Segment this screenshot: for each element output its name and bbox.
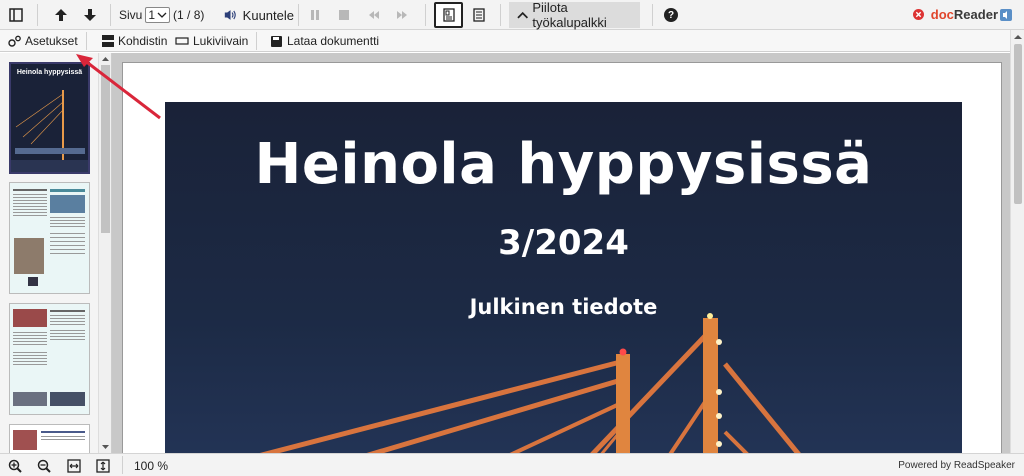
thumbnail-scroll-thumb[interactable] (101, 65, 110, 233)
zoom-out-button[interactable] (34, 454, 54, 476)
zoom-in-icon (8, 459, 22, 473)
logo-reader-text: Reader (953, 7, 998, 22)
page-preview (13, 189, 85, 286)
zoom-level: 100 % (134, 459, 169, 473)
fast-forward-button[interactable] (392, 0, 412, 30)
document-viewer: Heinola hyppysissä 3/2024 Julkinen tiedo… (112, 53, 1010, 453)
previous-page-button[interactable] (50, 0, 72, 30)
fast-forward-icon (397, 11, 407, 19)
zoom-in-button[interactable] (5, 454, 25, 476)
close-button[interactable] (912, 9, 924, 20)
fit-height-button[interactable] (93, 454, 113, 476)
arrow-down-icon (84, 9, 96, 21)
page-preview (13, 309, 85, 406)
rewind-icon (369, 11, 379, 19)
page-view-icon (442, 8, 455, 22)
scroll-up-icon (1014, 35, 1022, 39)
sidebar-toggle-icon (9, 8, 23, 22)
thumbnail-title: Heinola hyppysissä (16, 69, 83, 76)
fit-width-button[interactable] (64, 454, 84, 476)
main-toolbar: Sivu 1 (1 / 8) Kuuntele Piilota työkalup… (0, 0, 1024, 30)
rewind-button[interactable] (364, 0, 384, 30)
settings-icon (8, 35, 21, 47)
settings-button[interactable]: Asetukset (8, 30, 78, 52)
reading-ruler-icon (175, 37, 189, 45)
help-button[interactable]: ? (661, 0, 681, 30)
zoom-out-icon (37, 459, 51, 473)
logo-doc-text: doc (930, 7, 954, 22)
thumbnail-panel: Heinola hyppysissä (0, 53, 112, 453)
text-view-icon (473, 8, 485, 22)
speaker-icon (224, 10, 236, 20)
hide-toolbar-button[interactable]: Piilota työkalupalkki (509, 0, 640, 30)
listen-button[interactable]: Kuuntele (224, 0, 294, 30)
cover-title: Heinola hyppysissä (254, 132, 873, 197)
docreader-logo: doc Reader (912, 7, 1012, 22)
thumbnail-page-2[interactable] (9, 182, 90, 294)
readspeaker-icon (1000, 8, 1012, 21)
document-page: Heinola hyppysissä 3/2024 Julkinen tiedo… (122, 62, 1002, 453)
page-select[interactable]: 1 (145, 7, 171, 23)
chevron-down-icon (157, 12, 167, 18)
scroll-up-icon (102, 57, 109, 61)
pause-icon (311, 10, 319, 20)
fit-width-icon (67, 458, 81, 473)
reading-ruler-button[interactable]: Lukiviivain (175, 30, 248, 52)
download-document-button[interactable]: Lataa dokumentti (271, 30, 379, 52)
document-scrollbar[interactable] (1010, 30, 1024, 453)
arrow-up-icon (55, 9, 67, 21)
scroll-down-icon (102, 445, 109, 449)
bottom-toolbar: 100 % Powered by ReadSpeaker (0, 453, 1024, 476)
page-navigator: Sivu 1 (1 / 8) (119, 0, 219, 30)
bridge-image (11, 90, 88, 172)
document-scroll-thumb[interactable] (1014, 44, 1022, 204)
focus-button[interactable]: Kohdistin (102, 30, 167, 52)
stop-button[interactable] (334, 0, 354, 30)
help-icon: ? (664, 8, 678, 22)
close-icon (912, 9, 924, 20)
thumbnail-scrollbar[interactable] (98, 53, 111, 453)
focus-icon (102, 35, 114, 47)
cover-issue: 3/2024 (498, 223, 629, 263)
next-page-button[interactable] (79, 0, 101, 30)
save-icon (271, 35, 282, 47)
chevron-up-icon (517, 11, 529, 19)
secondary-toolbar: Asetukset Kohdistin Lukiviivain Lataa do… (0, 30, 1024, 52)
cover-image: Heinola hyppysissä 3/2024 Julkinen tiedo… (165, 102, 962, 453)
stop-icon (339, 10, 349, 20)
sidebar-toggle-button[interactable] (4, 0, 28, 30)
fit-height-icon (96, 458, 110, 473)
page-view-button[interactable] (434, 2, 463, 28)
page-preview (13, 430, 85, 450)
powered-by: Powered by ReadSpeaker (898, 460, 1015, 471)
text-view-button[interactable] (469, 0, 489, 30)
thumbnail-page-1[interactable]: Heinola hyppysissä (9, 62, 90, 174)
thumbnail-page-4[interactable] (9, 424, 90, 453)
thumbnail-page-3[interactable] (9, 303, 90, 415)
cover-note: Julkinen tiedote (469, 295, 658, 319)
page-count: (1 / 8) (173, 8, 205, 22)
pause-button[interactable] (305, 0, 325, 30)
page-label: Sivu (119, 8, 143, 22)
